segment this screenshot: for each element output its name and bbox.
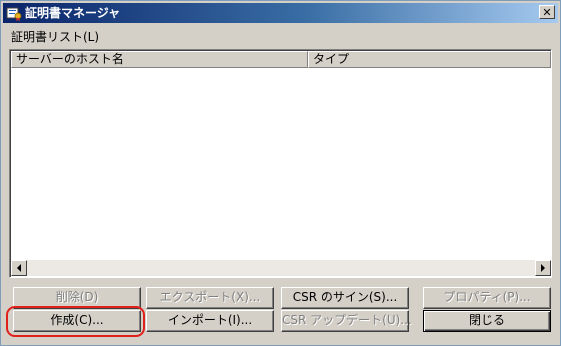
close-window-button[interactable]: ✕ bbox=[539, 5, 555, 19]
certificate-manager-window: 証明書マネージャ ✕ 証明書リスト(L) サーバーのホスト名 タイプ 削除(D)… bbox=[0, 0, 561, 346]
export-button[interactable]: エクスポート(X)... bbox=[146, 287, 274, 309]
properties-button[interactable]: プロパティ(P)... bbox=[423, 287, 551, 309]
column-header-type[interactable]: タイプ bbox=[308, 51, 551, 68]
list-header: サーバーのホスト名 タイプ bbox=[11, 51, 551, 68]
horizontal-scrollbar[interactable] bbox=[11, 260, 551, 276]
csr-sign-button[interactable]: CSR のサイン(S)... bbox=[281, 287, 409, 309]
scroll-right-button[interactable] bbox=[535, 260, 551, 276]
window-title: 証明書マネージャ bbox=[25, 6, 121, 20]
close-button[interactable]: 閉じる bbox=[423, 310, 551, 332]
delete-button[interactable]: 削除(D) bbox=[13, 287, 141, 309]
close-icon: ✕ bbox=[542, 5, 552, 19]
arrow-right-icon bbox=[541, 264, 545, 272]
scroll-left-button[interactable] bbox=[11, 260, 27, 276]
create-button[interactable]: 作成(C)... bbox=[13, 310, 141, 332]
certificate-list-label: 証明書リスト(L) bbox=[11, 30, 100, 44]
csr-update-button[interactable]: CSR アップデート(U)... bbox=[281, 310, 412, 332]
title-bar: 証明書マネージャ ✕ bbox=[3, 3, 558, 23]
arrow-left-icon bbox=[17, 264, 21, 272]
import-button[interactable]: インポート(I)... bbox=[146, 310, 274, 332]
list-body[interactable] bbox=[11, 68, 551, 261]
certificate-list[interactable]: サーバーのホスト名 タイプ bbox=[9, 49, 552, 278]
certificate-icon bbox=[6, 7, 22, 21]
column-header-host-name[interactable]: サーバーのホスト名 bbox=[11, 51, 308, 68]
